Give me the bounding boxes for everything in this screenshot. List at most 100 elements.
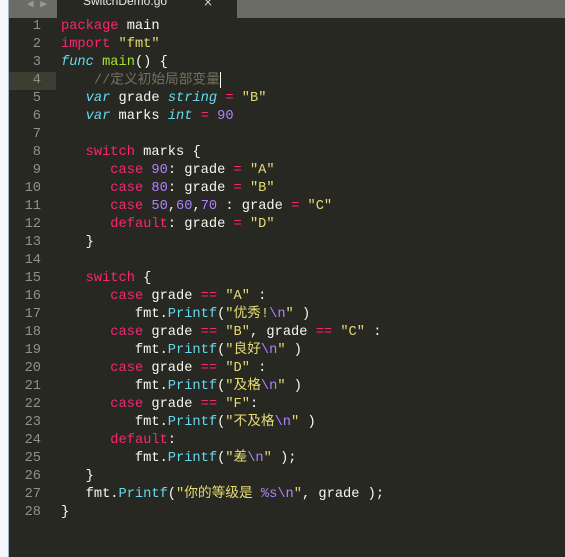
code-line[interactable]: 13 } [9, 234, 565, 252]
line-code: fmt.Printf("不及格\n" ) [61, 414, 316, 432]
token-kw: case [110, 163, 144, 178]
code-line[interactable]: 3 func main() { [9, 54, 565, 72]
code-line[interactable]: 24 default: [9, 432, 565, 450]
token-pl: : [249, 289, 267, 304]
token-call: Printf [167, 379, 218, 394]
line-number: 13 [24, 235, 41, 250]
token-pl: : grade [217, 199, 292, 214]
code-line[interactable]: 27 fmt.Printf("你的等级是 %s\n", grade ); [9, 486, 565, 504]
token-pl: grade [143, 325, 201, 340]
code-line[interactable]: 28} [9, 504, 565, 522]
token-num: 80 [151, 181, 168, 196]
token-st: func [61, 55, 94, 70]
code-line[interactable]: 26 } [9, 468, 565, 486]
code-line[interactable]: 11 case 50,60,70 : grade = "C" [9, 198, 565, 216]
token-pl: main [118, 19, 160, 34]
token-st: int [167, 109, 193, 124]
token-str: "A" [249, 163, 275, 178]
code-line[interactable]: 8 switch marks { [9, 144, 565, 162]
code-line[interactable]: 16 case grade == "A" : [9, 288, 565, 306]
line-number: 1 [32, 19, 41, 34]
token-pl: grade [110, 91, 168, 106]
token-call: Printf [118, 487, 168, 502]
token-pl: } [61, 469, 94, 484]
code-editor[interactable]: 1 package main 2 import "fmt" 3 func main() {… [9, 18, 565, 557]
token-esc: \n [260, 379, 278, 394]
code-line[interactable]: 7 [9, 126, 565, 144]
code-line[interactable]: 6 var marks int = 90 [9, 108, 565, 126]
line-number: 22 [24, 397, 41, 412]
token-str: "B" [225, 325, 250, 340]
tab-switchdemo[interactable]: SwitchDemo.go × [57, 0, 237, 18]
line-code: import "fmt" [61, 36, 160, 54]
token-pl: ) [285, 379, 302, 394]
token-pl: } [61, 235, 94, 250]
line-code: case 50,60,70 : grade = "C" [61, 198, 332, 216]
token-kw: case [110, 397, 144, 412]
token-str: "C" [340, 325, 365, 340]
text-cursor [219, 72, 221, 88]
token-num: 60 [176, 199, 193, 214]
token-pl: fmt. [61, 487, 119, 502]
code-line[interactable]: 2 import "fmt" [9, 36, 565, 54]
code-line[interactable]: 12 default: grade = "D" [9, 216, 565, 234]
token-str: "D" [225, 361, 250, 376]
line-number: 18 [24, 325, 41, 340]
code-line[interactable]: 17 fmt.Printf("优秀!\n" ) [9, 306, 565, 324]
line-number: 7 [32, 127, 41, 142]
token-str: "fmt" [118, 37, 160, 52]
code-line[interactable]: 25 fmt.Printf("差\n" ); [9, 450, 565, 468]
close-icon[interactable]: × [203, 0, 213, 9]
line-number: 9 [32, 163, 41, 178]
token-pl: fmt. [61, 343, 168, 358]
code-line[interactable]: 20 case grade == "D" : [9, 360, 565, 378]
tab-nav-arrows-icon[interactable]: ◀ ▶ [27, 0, 47, 11]
token-str: " [291, 415, 300, 430]
line-code: case grade == "F": [61, 396, 258, 414]
code-line[interactable]: 1 package main [9, 18, 565, 36]
code-line[interactable]: 14 [9, 252, 565, 270]
token-esc: \n [247, 451, 264, 466]
token-call: Printf [167, 415, 218, 430]
code-line[interactable]: 18 case grade == "B", grade == "C" : [9, 324, 565, 342]
token-pl: fmt. [61, 307, 168, 322]
code-line[interactable]: 22 case grade == "F": [9, 396, 565, 414]
token-pl: } [61, 505, 70, 520]
code-line[interactable]: 15 switch { [9, 270, 565, 288]
line-number: 10 [24, 181, 41, 196]
token-pl: , grade ); [301, 487, 385, 502]
token-str: "B" [241, 91, 267, 106]
token-pl: fmt. [61, 379, 168, 394]
token-call: Printf [167, 451, 218, 466]
token-kw: = [200, 109, 209, 124]
line-number: 19 [24, 343, 41, 358]
token-pl: ) [293, 307, 311, 322]
code-line[interactable]: 4 //定义初始局部变量 [9, 72, 565, 90]
code-line[interactable]: 21 fmt.Printf("及格\n" ) [9, 378, 565, 396]
code-line[interactable]: 19 fmt.Printf("良好\n" ) [9, 342, 565, 360]
code-line[interactable]: 10 case 80: grade = "B" [9, 180, 565, 198]
token-pl: ); [271, 451, 297, 466]
code-line[interactable]: 23 fmt.Printf("不及格\n" ) [9, 414, 565, 432]
token-kw: case [110, 289, 144, 304]
line-code: case grade == "D" : [61, 360, 266, 378]
token-pl: ( [167, 487, 177, 502]
token-pl: grade [143, 289, 201, 304]
token-pl: fmt. [61, 415, 168, 430]
token-str: "F" [225, 397, 250, 412]
code-line[interactable]: 5 var grade string = "B" [9, 90, 565, 108]
token-kw: = [225, 91, 234, 106]
token-pl: , [167, 199, 177, 214]
code-line[interactable]: 9 case 90: grade = "A" [9, 162, 565, 180]
token-str: " [293, 487, 302, 502]
tab-title: SwitchDemo.go [83, 0, 168, 8]
token-pl: grade [143, 397, 201, 412]
